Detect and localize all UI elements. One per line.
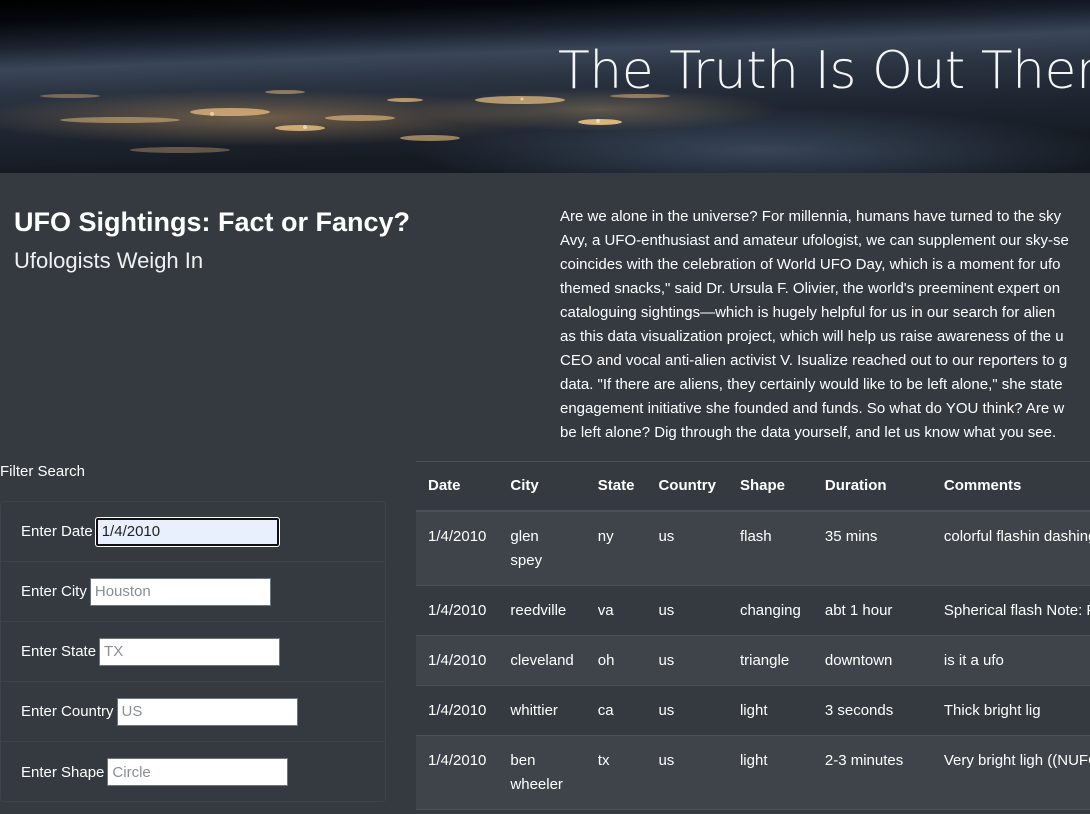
article-text: Are we alone in the universe? For millen…: [560, 205, 1090, 445]
city-input[interactable]: [89, 577, 271, 606]
cell-date: 1/4/2010: [416, 735, 499, 810]
cell-country: us: [646, 585, 728, 636]
cell-country: us: [646, 635, 728, 686]
cell-shape: light: [727, 685, 813, 736]
cell-duration: 35 mins: [812, 510, 932, 586]
column-header-country: Country: [646, 461, 728, 512]
country-label: Enter Country: [21, 703, 114, 720]
filter-item-shape: Enter Shape: [1, 742, 385, 802]
filter-search-title: Filter Search: [0, 463, 86, 480]
ufo-table-container[interactable]: Date City State Country Shape Duration C…: [416, 461, 1090, 814]
filter-item-city: Enter City: [1, 562, 385, 622]
filter-item-date: Enter Date: [1, 502, 385, 562]
cell-shape: triangle: [727, 635, 813, 686]
table-row: 1/4/2010 reedville va us changing abt 1 …: [416, 585, 1090, 636]
cell-shape: changing: [727, 585, 813, 636]
cell-shape: light: [727, 735, 813, 810]
table-row: 1/4/2010 whittier ca us light 3 seconds …: [416, 685, 1090, 736]
cell-city: ben wheeler: [498, 735, 586, 810]
column-header-comments: Comments: [931, 461, 1090, 512]
article-line: as this data visualization project, whic…: [560, 328, 1064, 345]
cell-state: oh: [585, 635, 647, 686]
article-line: engagement initiative she founded and fu…: [560, 400, 1065, 417]
filter-list: Enter Date Enter City Enter State Enter …: [0, 501, 386, 802]
cell-state: va: [585, 585, 647, 636]
article-line: be left alone? Dig through the data your…: [560, 424, 1057, 441]
cell-state: ca: [585, 685, 647, 736]
cell-state: tx: [585, 735, 647, 810]
cell-duration: abt 1 hour: [812, 585, 932, 636]
filter-item-state: Enter State: [1, 622, 385, 682]
cell-date: 1/4/2010: [416, 635, 499, 686]
cell-country: us: [646, 510, 728, 586]
shape-label: Enter Shape: [21, 763, 105, 781]
cell-comments: is it a ufo: [931, 635, 1090, 686]
city-label: Enter City: [21, 583, 87, 600]
cell-duration: 2-3 minutes: [812, 735, 932, 810]
table-row: 1/4/2010 cleveland oh us triangle downto…: [416, 635, 1090, 686]
cell-country: us: [646, 685, 728, 736]
hero-banner: The Truth Is Out There: [0, 0, 1090, 173]
page-headline: UFO Sightings: Fact or Fancy? Ufologists…: [14, 204, 514, 279]
state-input[interactable]: [99, 637, 281, 666]
cell-city: cleveland: [498, 635, 586, 686]
cell-date: 1/4/2010: [416, 585, 499, 636]
column-header-duration: Duration: [812, 461, 932, 512]
cell-city: reedville: [498, 585, 586, 636]
article-line: coincides with the celebration of World …: [560, 256, 1061, 273]
cell-city: whittier: [498, 685, 586, 736]
headline-subtitle: Ufologists Weigh In: [14, 248, 204, 273]
cell-city: glen spey: [498, 510, 586, 586]
cell-comments: Spherical flash Note: Possible: [931, 585, 1090, 636]
ufo-sightings-table: Date City State Country Shape Duration C…: [416, 461, 1090, 810]
cell-comments: colorful flashin dashing to the: [931, 510, 1090, 586]
article-line: CEO and vocal anti-alien activist V. Isu…: [560, 352, 1068, 369]
state-label: Enter State: [21, 643, 97, 660]
cell-state: ny: [585, 510, 647, 586]
column-header-shape: Shape: [727, 461, 813, 512]
article-line: themed snacks," said Dr. Ursula F. Olivi…: [560, 280, 1061, 297]
shape-input[interactable]: [107, 758, 289, 786]
table-header-row: Date City State Country Shape Duration C…: [416, 461, 1090, 512]
headline-title: UFO Sightings: Fact or Fancy?: [14, 207, 411, 237]
cell-duration: downtown: [812, 635, 932, 686]
article-line: cataloguing sightings—which is hugely he…: [560, 304, 1056, 321]
filter-item-country: Enter Country: [1, 682, 385, 742]
article-line: data. "If there are aliens, they certain…: [560, 376, 1063, 393]
table-row: 1/4/2010 ben wheeler tx us light 2-3 min…: [416, 735, 1090, 810]
cell-date: 1/4/2010: [416, 685, 499, 736]
cell-date: 1/4/2010: [416, 510, 499, 586]
date-label: Enter Date: [21, 523, 93, 540]
country-input[interactable]: [116, 697, 298, 726]
cell-comments: Thick bright lig: [931, 685, 1090, 736]
article-line: Avy, a UFO-enthusiast and amateur ufolog…: [560, 232, 1069, 249]
article-line: Are we alone in the universe? For millen…: [560, 208, 1062, 225]
cell-comments: Very bright ligh ((NUFORC Not: [931, 735, 1090, 810]
column-header-date: Date: [416, 461, 499, 512]
cell-shape: flash: [727, 510, 813, 586]
cell-country: us: [646, 735, 728, 810]
hero-title: The Truth Is Out There: [558, 41, 1090, 101]
table-row: 1/4/2010 glen spey ny us flash 35 mins c…: [416, 510, 1090, 586]
date-input[interactable]: [95, 517, 279, 546]
column-header-city: City: [498, 461, 586, 512]
column-header-state: State: [585, 461, 647, 512]
cell-duration: 3 seconds: [812, 685, 932, 736]
